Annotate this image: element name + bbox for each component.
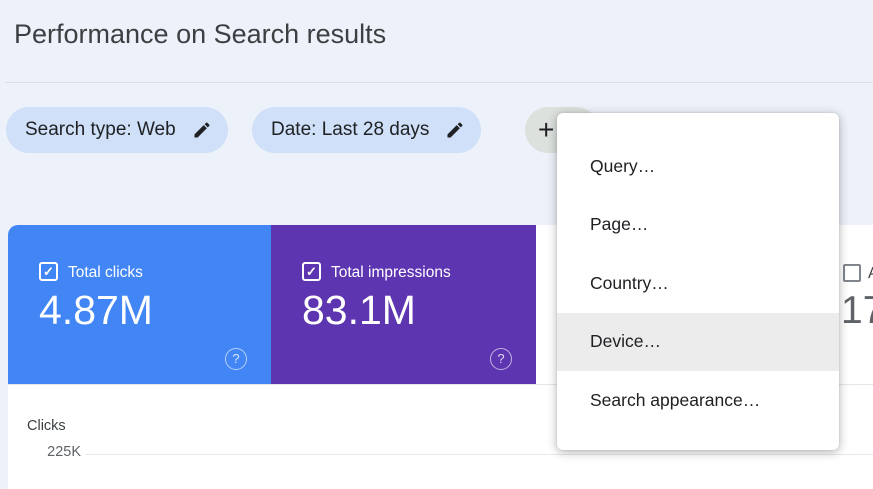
- chart-gridline: [85, 454, 873, 455]
- average-metric-label: A: [868, 265, 873, 283]
- plus-icon: +: [538, 107, 554, 152]
- average-metric-checkbox[interactable]: [843, 264, 861, 282]
- total-clicks-label: Total clicks: [68, 264, 143, 282]
- date-range-chip-label: Date: Last 28 days: [271, 119, 429, 141]
- page-title: Performance on Search results: [14, 19, 386, 50]
- menu-item-device[interactable]: Device…: [557, 313, 839, 372]
- search-type-chip[interactable]: Search type: Web: [6, 107, 228, 153]
- chart-tick-label: 225K: [33, 444, 81, 460]
- header-divider: [5, 82, 873, 83]
- menu-item-query[interactable]: Query…: [557, 137, 839, 196]
- help-icon[interactable]: ?: [225, 348, 247, 370]
- edit-icon[interactable]: [445, 120, 465, 140]
- total-impressions-label: Total impressions: [331, 264, 451, 282]
- edit-icon[interactable]: [192, 120, 212, 140]
- total-impressions-value: 83.1M: [302, 287, 416, 334]
- menu-item-country[interactable]: Country…: [557, 254, 839, 313]
- total-clicks-card[interactable]: ✓ Total clicks 4.87M ?: [8, 225, 271, 384]
- total-clicks-checkbox[interactable]: ✓: [39, 262, 58, 281]
- total-impressions-card[interactable]: ✓ Total impressions 83.1M ?: [271, 225, 536, 384]
- search-type-chip-label: Search type: Web: [25, 119, 176, 141]
- help-icon[interactable]: ?: [490, 348, 512, 370]
- average-metric-value: 17: [841, 289, 873, 333]
- total-impressions-checkbox[interactable]: ✓: [302, 262, 321, 281]
- menu-item-search-appearance[interactable]: Search appearance…: [557, 371, 839, 430]
- chart-axis-label: Clicks: [27, 418, 66, 434]
- total-clicks-value: 4.87M: [39, 287, 153, 334]
- menu-item-page[interactable]: Page…: [557, 196, 839, 255]
- date-range-chip[interactable]: Date: Last 28 days: [252, 107, 481, 153]
- filter-dropdown-menu: Query… Page… Country… Device… Search app…: [557, 113, 839, 450]
